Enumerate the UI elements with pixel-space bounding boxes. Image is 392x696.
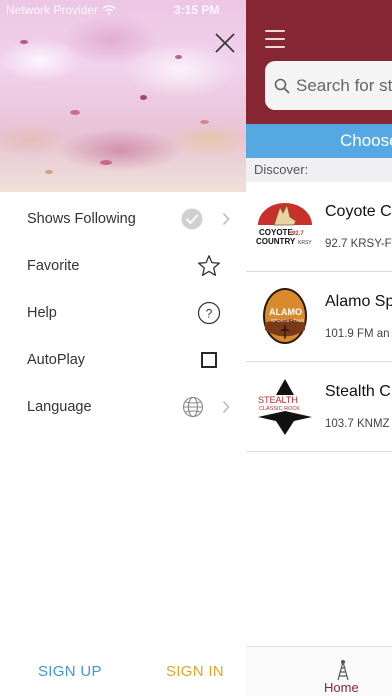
menu-item-label: Language: [27, 398, 92, 415]
choose-button[interactable]: Choose: [246, 124, 392, 158]
station-logo-stealth: STEALTH CLASSIC ROCK: [258, 379, 312, 435]
menu-item-language[interactable]: Language: [0, 383, 246, 430]
sign-in-button[interactable]: SIGN IN: [166, 663, 224, 680]
globe-icon: [182, 396, 204, 417]
status-carrier: Network Provider: [6, 3, 116, 17]
check-circle-icon: [181, 208, 203, 229]
app-screen: Search for sta Choose Discover: COYOTE 9…: [0, 0, 392, 696]
svg-text:COUNTRY: COUNTRY: [256, 237, 296, 246]
wifi-icon: [102, 5, 116, 15]
svg-text:KRSY: KRSY: [298, 240, 312, 246]
tab-bar: Home: [246, 646, 392, 696]
search-placeholder: Search for sta: [296, 75, 392, 95]
menu-item-help[interactable]: Help ?: [0, 289, 246, 336]
station-subtitle: 92.7 KRSY-F: [325, 238, 392, 250]
svg-text:STEALTH: STEALTH: [258, 395, 298, 405]
close-icon[interactable]: [212, 30, 238, 56]
menu-item-favorite[interactable]: Favorite: [0, 242, 246, 289]
menu-item-label: Favorite: [27, 257, 80, 274]
station-name: Stealth C: [325, 383, 391, 400]
tab-home[interactable]: Home: [324, 680, 359, 695]
search-icon: [274, 78, 290, 93]
carrier-label: Network Provider: [6, 3, 99, 17]
radio-tower-icon[interactable]: [336, 659, 350, 681]
chevron-right-icon: [222, 212, 230, 225]
station-subtitle: 103.7 KNMZ: [325, 418, 390, 430]
svg-text:?: ?: [206, 306, 213, 320]
sign-up-button[interactable]: SIGN UP: [38, 663, 102, 680]
menu-item-label: AutoPlay: [27, 351, 86, 368]
main-pane: Search for sta Choose Discover: COYOTE 9…: [246, 0, 392, 696]
help-circle-icon: ?: [197, 301, 221, 324]
side-drawer: Network Provider 3:15 PM Shows Following: [0, 0, 246, 696]
menu-item-label: Shows Following: [27, 210, 136, 227]
svg-text:ALAMO: ALAMO: [269, 307, 302, 317]
station-row[interactable]: COYOTE 92.7 COUNTRY KRSY Coyote C 92.7 K…: [246, 182, 392, 272]
drawer-header-image: Network Provider 3:15 PM: [0, 0, 246, 192]
checkbox-icon[interactable]: [201, 351, 217, 368]
menu-item-autoplay[interactable]: AutoPlay: [0, 336, 246, 383]
menu-item-label: Help: [27, 304, 57, 321]
discover-header: Discover:: [246, 158, 392, 182]
auth-actions: SIGN UP SIGN IN: [0, 660, 246, 686]
hamburger-menu-icon[interactable]: [265, 30, 285, 48]
chevron-right-icon: [222, 400, 230, 413]
station-row[interactable]: ALAMO SPORTS • TALK Alamo Sp 101.9 FM an: [246, 272, 392, 362]
svg-text:CLASSIC ROCK: CLASSIC ROCK: [259, 406, 300, 412]
star-outline-icon: [198, 254, 220, 276]
status-time: 3:15 PM: [174, 3, 220, 17]
station-name: Coyote C: [325, 203, 392, 220]
svg-text:COYOTE: COYOTE: [259, 228, 293, 237]
drawer-menu: Shows Following Favorite Help ? AutoPlay…: [0, 195, 246, 430]
app-header: Search for sta: [246, 0, 392, 124]
station-name: Alamo Sp: [325, 293, 392, 310]
menu-item-shows-following[interactable]: Shows Following: [0, 195, 246, 242]
station-logo-coyote: COYOTE 92.7 COUNTRY KRSY: [256, 203, 312, 246]
search-input[interactable]: Search for sta: [265, 61, 392, 110]
svg-text:SPORTS • TALK: SPORTS • TALK: [271, 318, 304, 323]
station-row[interactable]: STEALTH CLASSIC ROCK Stealth C 103.7 KNM…: [246, 362, 392, 452]
station-logo-alamo: ALAMO SPORTS • TALK: [263, 288, 307, 344]
station-subtitle: 101.9 FM an: [325, 328, 390, 340]
